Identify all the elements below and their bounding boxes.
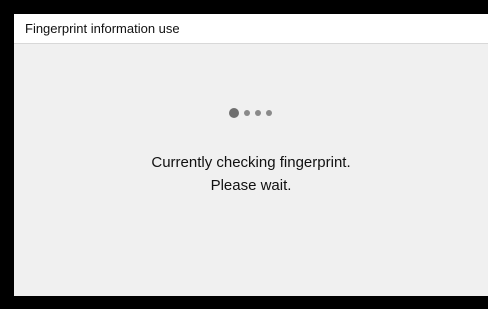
title-bar: Fingerprint information use [14,14,488,44]
dialog-title: Fingerprint information use [25,21,180,36]
loading-dot [266,110,272,116]
status-message-line1: Currently checking fingerprint. [151,154,351,171]
dialog-panel: Fingerprint information use Currently ch… [14,14,488,296]
status-message-line2: Please wait. [210,177,292,194]
loading-indicator [229,107,289,119]
loading-dot-active [229,108,239,118]
loading-dot [244,110,250,116]
loading-dot [255,110,261,116]
status-message: Currently checking fingerprint. Please w… [14,151,488,197]
